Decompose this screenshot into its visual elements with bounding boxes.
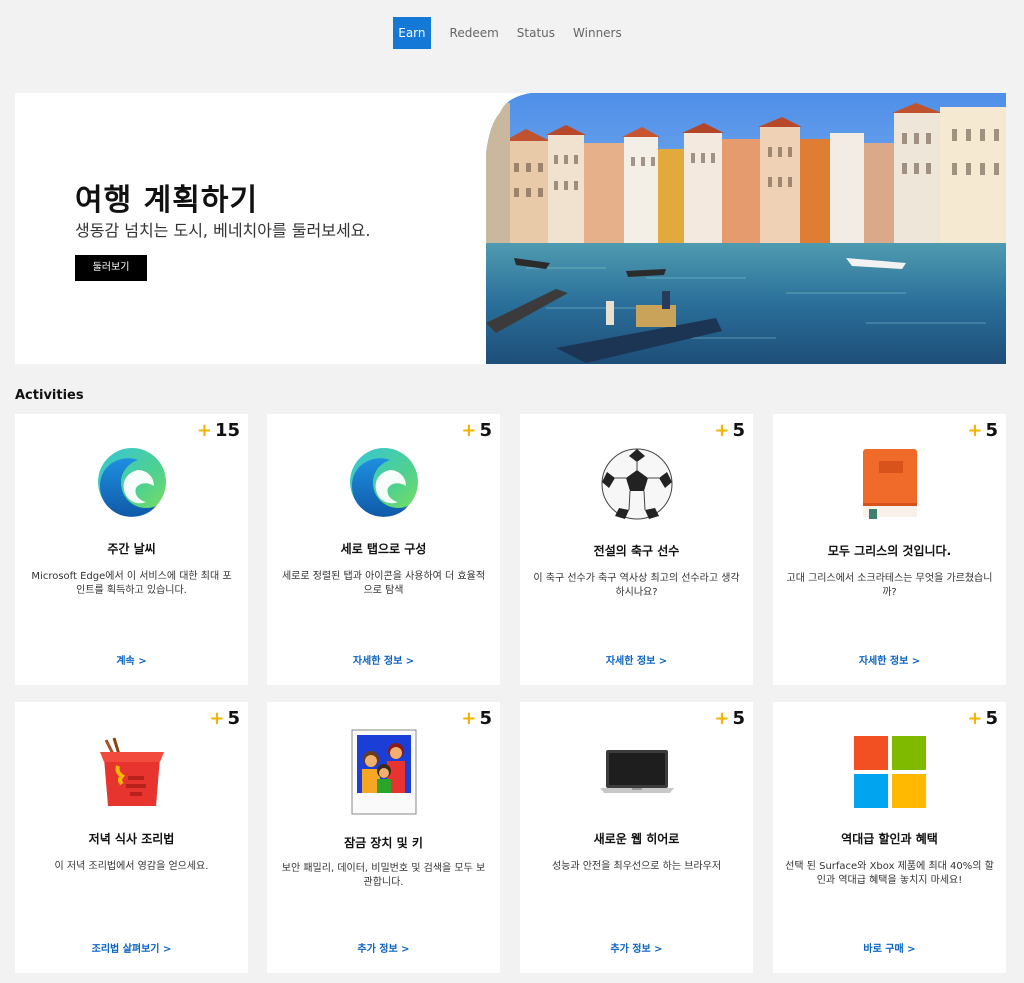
- activity-card-dinner-recipe[interactable]: +5 저녁 식사 조리법 이 저녁 조리법에서 영감을 얻으세요. 조리법 살펴…: [15, 702, 248, 973]
- card-link-explore-recipe[interactable]: 조리법 살펴보기 >: [15, 940, 248, 955]
- activity-card-weekly-weather[interactable]: +15 주간 날씨 Microsoft Edge에서 이 서비스에 대한 최대 …: [15, 414, 248, 685]
- hero-title: 여행 계획하기: [75, 183, 259, 218]
- activity-card-greece[interactable]: +5 모두 그리스의 것입니다. 고대 그리스에서 소크라테스는 무엇을 가르쳤…: [773, 414, 1006, 685]
- card-title: 역대급 할인과 혜택: [841, 832, 938, 846]
- card-link-continue[interactable]: 계속 >: [15, 652, 248, 667]
- card-title: 모두 그리스의 것입니다.: [827, 544, 952, 558]
- tab-winners[interactable]: Winners: [564, 17, 631, 49]
- activity-card-deals[interactable]: +5 역대급 할인과 혜택 선택 된 Surface와 Xbox 제품에 최대 …: [773, 702, 1006, 973]
- tab-earn[interactable]: Earn: [393, 17, 431, 49]
- card-description: 성능과 안전을 최우선으로 하는 브라우저: [551, 861, 722, 872]
- card-description: 세로로 정렬된 탭과 아이콘을 사용하여 더 효율적으로 탐색: [281, 571, 486, 596]
- card-title: 잠금 장치 및 키: [344, 836, 423, 850]
- points-badge: +5: [461, 420, 492, 441]
- card-description: 이 저녁 조리법에서 영감을 얻으세요.: [54, 861, 209, 872]
- edge-logo-icon: [267, 446, 500, 518]
- card-title: 전설의 축구 선수: [593, 544, 680, 558]
- card-link-buy-now[interactable]: 바로 구매 >: [773, 940, 1006, 955]
- soccer-ball-icon: [520, 448, 753, 520]
- card-title: 저녁 식사 조리법: [88, 832, 175, 846]
- card-link-learn-more[interactable]: 자세한 정보 >: [267, 652, 500, 667]
- venice-canal-image: [486, 93, 1006, 364]
- card-link-more-info[interactable]: 추가 정보 >: [520, 940, 753, 955]
- activity-card-web-hero[interactable]: +5 새로운 웹 히어로 성능과 안전을 최우선으로 하는 브라우저 추가 정보…: [520, 702, 753, 973]
- card-description: 이 축구 선수가 축구 역사상 최고의 선수라고 생각하시나요?: [533, 573, 740, 598]
- points-badge: +5: [461, 708, 492, 729]
- laptop-icon: [520, 748, 753, 794]
- book-icon: [773, 447, 1006, 521]
- explore-button[interactable]: 둘러보기: [75, 255, 147, 281]
- card-description: 선택 된 Surface와 Xbox 제품에 최대 40%의 할인과 역대급 혜…: [785, 861, 994, 886]
- activity-card-vertical-tabs[interactable]: +5 세로 탭으로 구성 세로로 정렬된 탭과 아이콘을 사용하여 더 효율적으…: [267, 414, 500, 685]
- card-link-learn-more[interactable]: 자세한 정보 >: [520, 652, 753, 667]
- card-title: 새로운 웹 히어로: [593, 832, 680, 846]
- card-link-learn-more[interactable]: 자세한 정보 >: [773, 652, 1006, 667]
- tab-redeem[interactable]: Redeem: [441, 17, 508, 49]
- points-badge: +5: [967, 708, 998, 729]
- microsoft-logo-icon: [773, 736, 1006, 808]
- card-description: 보안 패밀리, 데이터, 비밀번호 및 검색을 모두 보관합니다.: [281, 863, 486, 888]
- top-nav: Earn Redeem Status Winners: [0, 17, 1024, 49]
- points-badge: +5: [714, 708, 745, 729]
- card-title: 세로 탭으로 구성: [340, 542, 427, 556]
- card-description: Microsoft Edge에서 이 서비스에 대한 최대 포인트를 획득하고 …: [31, 571, 232, 596]
- edge-logo-icon: [15, 446, 248, 518]
- activity-card-soccer-legend[interactable]: +5 전설의 축구 선수 이 축구 선수가 축구 역사상 최고의 선수라고 생각…: [520, 414, 753, 685]
- hero-banner: 여행 계획하기 생동감 넘치는 도시, 베네치아를 둘러보세요. 둘러보기: [15, 93, 1006, 364]
- points-badge: +5: [209, 708, 240, 729]
- hero-subtitle: 생동감 넘치는 도시, 베네치아를 둘러보세요.: [75, 221, 371, 240]
- card-link-more-info[interactable]: 추가 정보 >: [267, 940, 500, 955]
- activity-card-locks-keys[interactable]: +5 잠금 장치 및 키 보안 패밀리, 데이터, 비밀번호 및 검색을 모두 …: [267, 702, 500, 973]
- activities-heading: Activities: [15, 388, 84, 403]
- points-badge: +15: [196, 420, 240, 441]
- card-description: 고대 그리스에서 소크라테스는 무엇을 가르쳤습니까?: [786, 573, 993, 598]
- family-photo-icon: [267, 729, 500, 815]
- card-title: 주간 날씨: [107, 542, 156, 556]
- points-badge: +5: [967, 420, 998, 441]
- points-badge: +5: [714, 420, 745, 441]
- tab-status[interactable]: Status: [508, 17, 564, 49]
- takeout-box-icon: [15, 736, 248, 808]
